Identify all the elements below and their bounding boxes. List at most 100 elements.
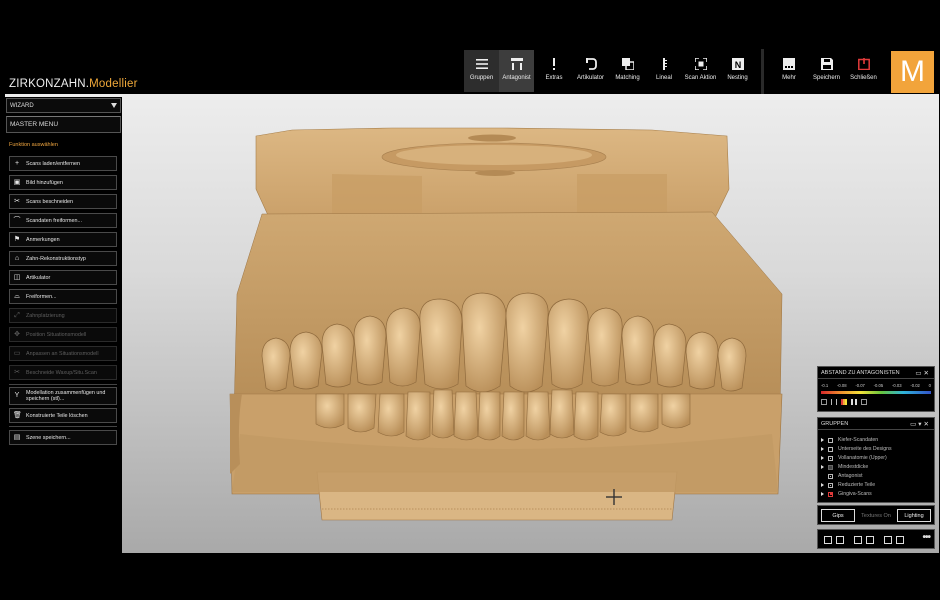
menu-bild-hinzufuegen[interactable]: ▣ Bild hinzufügen bbox=[9, 175, 117, 190]
expand-arrow-icon[interactable] bbox=[821, 447, 824, 451]
menu-zahn-rekonstruktionstyp[interactable]: ⌂ Zahn-Rekonstruktionstyp bbox=[9, 251, 117, 266]
view-front-button[interactable] bbox=[824, 536, 832, 544]
group-checkbox[interactable] bbox=[828, 473, 833, 479]
grid-icon[interactable] bbox=[821, 399, 827, 405]
menu-artikulator[interactable]: ◫ Artikulator bbox=[9, 270, 117, 285]
mode-textures-button[interactable]: Textures On bbox=[858, 509, 894, 522]
group-item[interactable]: Reduzierte Teile bbox=[821, 481, 875, 489]
color-icon[interactable] bbox=[841, 399, 847, 405]
expand-arrow-icon[interactable] bbox=[821, 438, 824, 442]
app-window: ZIRKONZAHN.Modellier Gruppen Antagonist … bbox=[5, 49, 939, 553]
toolbar-extras-button[interactable]: Extras bbox=[536, 50, 572, 92]
group-item[interactable]: Mindestdicke bbox=[821, 463, 868, 471]
menu-scans-laden[interactable]: + Scans laden/entfernen bbox=[9, 156, 117, 171]
group-item[interactable]: Gingiva-Scans bbox=[821, 490, 872, 498]
group-checkbox[interactable] bbox=[828, 437, 833, 443]
scale-tick: -0.07 bbox=[855, 383, 865, 388]
menu-beschneide-waxup[interactable]: ✂ Beschneide Waxup/Situ.Scan bbox=[9, 365, 117, 380]
view-right-button[interactable] bbox=[866, 536, 874, 544]
toolbar-label: Nesting bbox=[727, 75, 748, 81]
tooth-placement-icon: ⤢ bbox=[14, 311, 20, 319]
articulator-icon: ◫ bbox=[13, 273, 21, 281]
menu-freiformen[interactable]: ⌓ Freiformen... bbox=[9, 289, 117, 304]
menu-szene-speichern[interactable]: ▤ Szene speichern... bbox=[9, 430, 117, 445]
flag-icon: ⚑ bbox=[13, 235, 21, 243]
menu-label-block: Modellation zusammenfügen und speichern (… bbox=[26, 390, 105, 403]
brand-logo[interactable]: M bbox=[891, 51, 934, 93]
group-label: Kiefer-Scandaten bbox=[838, 437, 879, 443]
toolbar-nesting-button[interactable]: N Nesting bbox=[719, 50, 756, 92]
left-panel: WIZARD MASTER MENU Funktion auswählen + S… bbox=[5, 97, 122, 553]
view-left-button[interactable] bbox=[854, 536, 862, 544]
wizard-dropdown[interactable]: WIZARD bbox=[6, 98, 121, 113]
group-checkbox[interactable] bbox=[828, 482, 833, 488]
options-icon[interactable] bbox=[861, 399, 867, 405]
menu-zahnplatzierung[interactable]: ⤢ Zahnplatzierung bbox=[9, 308, 117, 323]
ruler-icon bbox=[663, 58, 667, 70]
more-views-icon[interactable]: ••• bbox=[922, 532, 930, 543]
menu-label-line2: speichern (stl)... bbox=[26, 396, 65, 402]
group-item[interactable]: Vollanatomie (Upper) bbox=[821, 454, 887, 462]
save-icon bbox=[820, 58, 833, 70]
scan-icon bbox=[694, 58, 707, 70]
scale-tick: -0.03 bbox=[891, 383, 902, 388]
toolbar-matching-button[interactable]: Matching bbox=[609, 50, 646, 92]
toolbar-speichern-button[interactable]: Speichern bbox=[808, 50, 845, 92]
toolbar-artikulator-button[interactable]: Artikulator bbox=[572, 50, 609, 92]
toolbar-schliessen-button[interactable]: Schließen bbox=[845, 50, 882, 92]
matching-icon bbox=[621, 58, 634, 70]
expand-arrow-icon[interactable] bbox=[821, 483, 824, 487]
toolbar-label: Scan Aktion bbox=[684, 75, 717, 81]
panel-controls[interactable]: ▭✕ bbox=[915, 369, 931, 377]
group-item[interactable]: Unterseite des Designs bbox=[821, 445, 892, 453]
menu-position-situationsmodell[interactable]: ✥ Position Situationsmodell bbox=[9, 327, 117, 342]
wizard-label: WIZARD bbox=[10, 103, 34, 109]
scale-tick: -0.08 bbox=[837, 383, 847, 388]
menu-label: Artikulator bbox=[26, 274, 51, 281]
expand-arrow-icon[interactable] bbox=[821, 492, 824, 496]
articulator-icon bbox=[585, 58, 597, 70]
pause-icon[interactable] bbox=[851, 399, 857, 405]
group-checkbox[interactable] bbox=[828, 455, 833, 461]
menu-anmerkungen[interactable]: ⚑ Anmerkungen bbox=[9, 232, 117, 247]
expand-arrow-icon[interactable] bbox=[821, 456, 824, 460]
group-checkbox[interactable] bbox=[828, 446, 833, 452]
toolbar-antagonist-button[interactable]: Antagonist bbox=[499, 50, 534, 92]
range-icon[interactable] bbox=[831, 399, 837, 405]
toolbar-gruppen-button[interactable]: Gruppen bbox=[464, 50, 499, 92]
scale-tick: 0 bbox=[928, 383, 931, 388]
view-top-button[interactable] bbox=[884, 536, 892, 544]
master-menu-header[interactable]: MASTER MENU bbox=[6, 116, 121, 133]
group-label: Gingiva-Scans bbox=[838, 491, 872, 497]
group-item[interactable]: Antagonist bbox=[821, 472, 863, 480]
menu-konstruierte-teile-loeschen[interactable]: 🗑 Konstruierte Teile löschen bbox=[9, 408, 117, 423]
panel-controls[interactable]: ▭▾✕ bbox=[910, 420, 931, 428]
group-checkbox[interactable] bbox=[828, 491, 833, 497]
view-back-button[interactable] bbox=[836, 536, 844, 544]
toolbar-scan-aktion-button[interactable]: Scan Aktion bbox=[682, 50, 719, 92]
view-bottom-button[interactable] bbox=[896, 536, 904, 544]
mode-gips-button[interactable]: Gips bbox=[821, 509, 855, 522]
menu-label-line1: Modellation zusammenfügen und bbox=[26, 389, 106, 396]
cursor-crosshair-icon bbox=[606, 489, 622, 505]
menu-modellation-zusammenfuegen[interactable]: Y Modellation zusammenfügen und speichern … bbox=[9, 387, 117, 405]
exclamation-icon bbox=[553, 58, 555, 70]
menu-label: Freiformen... bbox=[26, 293, 57, 300]
toolbar-label: Lineal bbox=[655, 75, 672, 81]
toolbar-label: Gruppen bbox=[469, 75, 494, 81]
freeform-icon: ⌓ bbox=[14, 292, 20, 300]
menu-anpassen-situationsmodell[interactable]: ▭ Anpassen an Situationsmodell bbox=[9, 346, 117, 361]
mode-lighting-button[interactable]: Lighting bbox=[897, 509, 931, 522]
group-checkbox[interactable] bbox=[828, 464, 833, 470]
menu-scandaten-freiformen[interactable]: ⌒ Scandaten freiformen... bbox=[9, 213, 117, 228]
render-mode-bar: Gips Textures On Lighting bbox=[817, 505, 935, 525]
toolbar-lineal-button[interactable]: Lineal bbox=[646, 50, 682, 92]
group-item[interactable]: Kiefer-Scandaten bbox=[821, 436, 878, 444]
expand-arrow-icon[interactable] bbox=[821, 465, 824, 469]
abstand-title: ABSTAND ZU ANTAGONISTEN bbox=[821, 370, 900, 376]
menu-scans-beschneiden[interactable]: ✂ Scans beschneiden bbox=[9, 194, 117, 209]
toolbar-mehr-button[interactable]: Mehr bbox=[771, 50, 807, 92]
antagonist-icon bbox=[510, 58, 523, 70]
viewport-3d[interactable] bbox=[122, 94, 818, 553]
move-icon: ✥ bbox=[14, 330, 20, 338]
